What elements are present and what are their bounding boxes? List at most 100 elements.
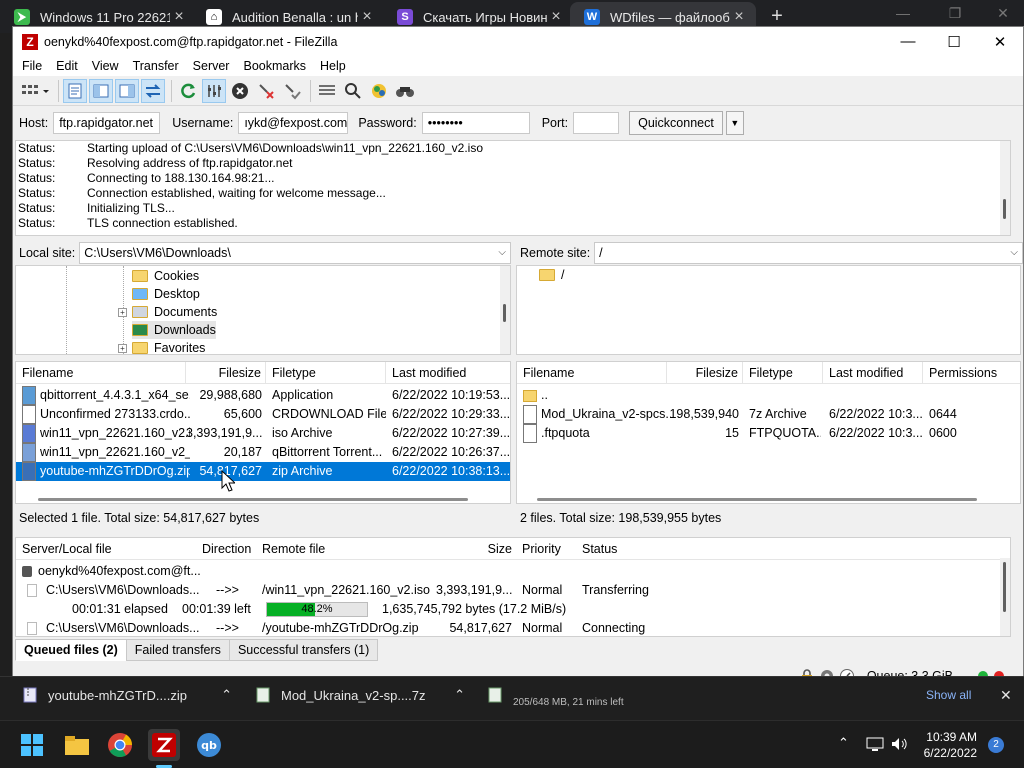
- column-filetype[interactable]: Filetype: [266, 362, 386, 384]
- username-input[interactable]: ıykd@fexpost.com: [238, 112, 349, 134]
- file-row[interactable]: qbittorrent_4.4.3.1_x64_se... 29,988,680 A…: [16, 386, 510, 405]
- remote-hscroll[interactable]: [537, 498, 977, 501]
- password-input[interactable]: ••••••••: [421, 112, 530, 134]
- queue-server-row[interactable]: oenykd%40fexpost.com@ft...: [16, 562, 1010, 581]
- remote-tree-root[interactable]: /: [539, 266, 564, 284]
- filezilla-taskbar-icon[interactable]: [148, 729, 180, 761]
- queue-item[interactable]: C:\Users\VM6\Downloads... -->> /youtube-…: [16, 619, 1010, 636]
- quickconnect-button[interactable]: Quickconnect: [629, 111, 723, 135]
- site-manager-icon[interactable]: [18, 79, 52, 103]
- minimize-button[interactable]: —: [885, 27, 931, 56]
- file-row[interactable]: Unconfirmed 273133.crdo... 65,600 CRDOWNLO…: [16, 405, 510, 424]
- queue-item[interactable]: C:\Users\VM6\Downloads... -->> /win11_vp…: [16, 581, 1010, 600]
- column-filesize[interactable]: Filesize: [186, 362, 266, 384]
- close-button[interactable]: ✕: [977, 27, 1023, 56]
- download-item[interactable]: Mod_Ukraina_v2-sp....7z ⌃: [255, 677, 465, 713]
- process-queue-icon[interactable]: [202, 78, 226, 103]
- close-tab-icon[interactable]: ×: [170, 8, 188, 26]
- column-status[interactable]: Status: [576, 538, 726, 560]
- column-filesize[interactable]: Filesize: [667, 362, 743, 384]
- close-shelf-icon[interactable]: ✕: [1000, 677, 1012, 713]
- file-row[interactable]: win11_vpn_22621.160_v2.i... 3,393,191,9..…: [16, 424, 510, 443]
- refresh-icon[interactable]: [176, 79, 200, 103]
- column-permissions[interactable]: Permissions: [923, 362, 1020, 384]
- chevron-up-icon[interactable]: ⌃: [838, 735, 849, 751]
- browser-minimize-button[interactable]: —: [888, 5, 918, 21]
- local-tree-item[interactable]: Desktop: [132, 285, 200, 303]
- log-scrollbar[interactable]: [1000, 141, 1010, 235]
- remote-path-input[interactable]: / ⌵: [594, 242, 1023, 264]
- search-remote-icon[interactable]: [341, 79, 365, 103]
- local-hscroll[interactable]: [38, 498, 468, 501]
- find-files-icon[interactable]: [393, 79, 417, 103]
- menu-help[interactable]: Help: [313, 59, 353, 73]
- column-priority[interactable]: Priority: [516, 538, 576, 560]
- host-input[interactable]: ftp.rapidgator.net: [53, 112, 161, 134]
- chrome-icon[interactable]: [104, 729, 136, 761]
- volume-icon[interactable]: [890, 736, 908, 752]
- chevron-up-icon[interactable]: ⌃: [221, 687, 232, 703]
- file-explorer-icon[interactable]: [61, 729, 93, 761]
- maximize-button[interactable]: ☐: [931, 27, 977, 56]
- chevron-up-icon[interactable]: ⌃: [454, 687, 465, 703]
- local-path-input[interactable]: C:\Users\VM6\Downloads\ ⌵: [79, 242, 511, 264]
- expand-icon[interactable]: +: [118, 343, 127, 353]
- network-icon[interactable]: [866, 736, 884, 752]
- tab-queued-files[interactable]: Queued files (2): [15, 639, 127, 661]
- close-tab-icon[interactable]: ×: [730, 8, 748, 26]
- column-filetype[interactable]: Filetype: [743, 362, 823, 384]
- browser-close-button[interactable]: ✕: [988, 5, 1018, 22]
- start-button[interactable]: [16, 729, 48, 761]
- column-last-modified[interactable]: Last modified: [386, 362, 510, 384]
- chevron-down-icon[interactable]: ⌵: [498, 247, 506, 258]
- disconnect-icon[interactable]: [254, 79, 278, 103]
- column-direction[interactable]: Direction: [196, 538, 256, 560]
- qbittorrent-icon[interactable]: qb: [193, 729, 225, 761]
- close-tab-icon[interactable]: ×: [358, 8, 376, 26]
- column-filename[interactable]: Filename: [517, 362, 667, 384]
- toggle-queue-icon[interactable]: [141, 78, 165, 103]
- compare-icon[interactable]: [367, 79, 391, 103]
- notification-badge[interactable]: 2: [988, 737, 1004, 753]
- tab-successful-transfers[interactable]: Successful transfers (1): [228, 639, 379, 661]
- new-tab-button[interactable]: +: [766, 5, 788, 28]
- filter-icon[interactable]: [315, 79, 339, 103]
- queue-scrollbar[interactable]: [1000, 558, 1010, 636]
- expand-icon[interactable]: +: [118, 307, 127, 317]
- column-filename[interactable]: Filename: [16, 362, 186, 384]
- menu-file[interactable]: File: [15, 59, 49, 73]
- download-item-in-progress[interactable]: 205/648 MB, 21 mins left: [487, 677, 687, 713]
- show-all-downloads-link[interactable]: Show all: [926, 677, 971, 713]
- column-size[interactable]: Size: [436, 538, 516, 560]
- local-tree-item[interactable]: Cookies: [132, 267, 199, 285]
- quickconnect-dropdown[interactable]: ▼: [725, 111, 744, 135]
- column-server-local-file[interactable]: Server/Local file: [16, 538, 196, 560]
- cancel-icon[interactable]: [228, 79, 252, 103]
- tab-failed-transfers[interactable]: Failed transfers: [125, 639, 230, 661]
- file-row[interactable]: ..: [517, 386, 1020, 405]
- local-tree-scrollbar[interactable]: [500, 266, 510, 354]
- menu-server[interactable]: Server: [186, 59, 237, 73]
- menu-transfer[interactable]: Transfer: [126, 59, 186, 73]
- toggle-log-icon[interactable]: [63, 78, 87, 103]
- browser-restore-button[interactable]: ❐: [940, 5, 970, 22]
- menu-view[interactable]: View: [85, 59, 126, 73]
- reconnect-icon[interactable]: [280, 79, 304, 103]
- file-row[interactable]: Mod_Ukraina_v2-spcs... 198,539,940 7z Arch…: [517, 405, 1020, 424]
- column-last-modified[interactable]: Last modified: [823, 362, 923, 384]
- local-tree-item[interactable]: Downloads: [132, 321, 216, 339]
- menu-bookmarks[interactable]: Bookmarks: [236, 59, 313, 73]
- toggle-remote-tree-icon[interactable]: [115, 78, 139, 103]
- file-row[interactable]: youtube-mhZGTrDDrOg.zip 54,817,627 zip Arc…: [16, 462, 510, 481]
- close-tab-icon[interactable]: ×: [547, 8, 565, 26]
- port-input[interactable]: [573, 112, 620, 134]
- menu-edit[interactable]: Edit: [49, 59, 85, 73]
- local-tree-item[interactable]: + Documents: [118, 303, 217, 321]
- toggle-local-tree-icon[interactable]: [89, 78, 113, 103]
- download-item[interactable]: youtube-mhZGTrD....zip ⌃: [22, 677, 232, 713]
- file-row[interactable]: .ftpquota 15 FTPQUOTA... 6/22/2022 10:3... 0…: [517, 424, 1020, 443]
- file-row[interactable]: win11_vpn_22621.160_v2_... 20,187 qBittorr…: [16, 443, 510, 462]
- chevron-down-icon[interactable]: ⌵: [1010, 247, 1018, 258]
- column-remote-file[interactable]: Remote file: [256, 538, 436, 560]
- local-tree-item[interactable]: + Favorites: [118, 339, 205, 354]
